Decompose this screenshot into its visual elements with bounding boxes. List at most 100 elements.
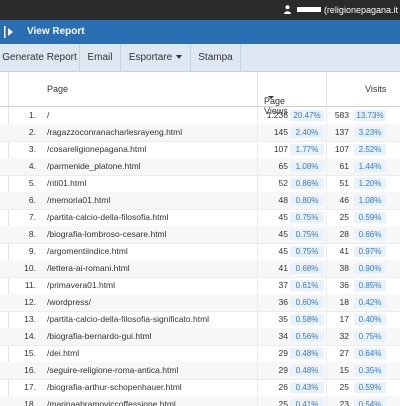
page-views-percent-badge: 0.41% [290,399,324,406]
page-path-link[interactable]: /memoria01.html [47,192,110,209]
page-path-link[interactable]: /biografia-arthur-schopenhauer.html [47,379,182,396]
table-row[interactable]: 16. /seguire-religione-roma-antica.html 29… [0,362,400,380]
table-row[interactable]: 6. /memoria01.html 48 0.80% 46 1.08% [0,192,400,210]
export-label: Esportare [128,52,173,63]
table-row[interactable]: 5. /riti01.html 52 0.86% 51 1.20% [0,175,400,193]
visits-percent-badge: 0.40% [354,314,386,325]
print-button[interactable]: Stampa [191,44,241,71]
column-divider [326,124,327,141]
page-views-value: 65 [278,161,288,171]
visits-percent-badge: 13.73% [354,110,386,121]
generate-report-button[interactable]: Generate Report [0,44,80,71]
visits-value: 41 [339,246,349,256]
row-number: 18. [24,399,36,406]
user-menu[interactable]: (religionepagana.it [283,0,398,20]
table-row[interactable]: 2. /ragazzoconranacharlesrayeng.html 145 2.… [0,124,400,142]
page-views-percent-badge: 0.80% [290,195,324,206]
table-row[interactable]: 7. /partita-calcio-della-filosofia.html 45… [0,209,400,227]
table-row[interactable]: 11. /primavera01.html 37 0.61% 36 0.85% [0,277,400,295]
page-views-percent-badge: 1.08% [290,161,324,172]
column-divider [326,345,327,362]
page-path-link[interactable]: /ragazzoconranacharlesrayeng.html [47,124,182,141]
visits-percent-badge: 0.64% [354,348,386,359]
redacted-username-block [297,7,322,12]
page-path-link[interactable]: /riti01.html [47,175,86,192]
visits-value: 23 [339,399,349,406]
column-divider [326,362,327,379]
table-row[interactable]: 13. /partita-calcio-della-filosofia-signi… [0,311,400,329]
export-dropdown-button[interactable]: Esportare [121,44,191,71]
column-divider [257,345,258,362]
visits-value: 25 [339,212,349,222]
page-path-link[interactable]: /lettera-ai-romani.html [47,260,130,277]
page-path-link[interactable]: /partita-calcio-della-filosofia.html [47,209,168,226]
column-divider [326,209,327,226]
col-header-page[interactable]: Page [47,84,68,94]
table-row[interactable]: 9. /argomentiindice.html 45 0.75% 41 0.97% [0,243,400,261]
page-views-percent-badge: 1.77% [290,144,324,155]
visits-percent-badge: 3.23% [354,127,386,138]
column-divider [326,192,327,209]
column-divider [257,362,258,379]
page-path-link[interactable]: /seguire-religione-roma-antica.html [47,362,178,379]
visits-value: 36 [339,280,349,290]
report-title-bar: View Report [0,20,400,44]
page-views-percent-badge: 0.61% [290,280,324,291]
visits-percent-badge: 0.35% [354,365,386,376]
row-number: 16. [24,365,36,375]
column-divider [257,311,258,328]
table-row[interactable]: 4. /parmenide_platone.html 65 1.08% 61 1.44% [0,158,400,176]
table-row[interactable]: 15. /dei.html 29 0.48% 27 0.64% [0,345,400,363]
page-path-link[interactable]: /wordpress/ [47,294,91,311]
sort-desc-icon [268,96,274,99]
column-divider [257,260,258,277]
column-divider [257,243,258,260]
page-views-value: 48 [278,195,288,205]
visits-value: 17 [339,314,349,324]
page-path-link[interactable]: /marinaabramoviccoffessione.html [47,396,176,406]
visits-value: 15 [339,365,349,375]
table-row[interactable]: 1. / 1.236 20.47% 583 13.73% [0,107,400,125]
collapse-sidebar-icon[interactable] [4,25,14,39]
table-row[interactable]: 3./cosareligionepagana.html 107 1.77% 107 2.… [0,141,400,159]
col-header-visits[interactable]: Visits [365,84,386,94]
visits-percent-badge: 0.85% [354,280,386,291]
page-views-value: 26 [278,382,288,392]
page-path-link[interactable]: /primavera01.html [47,277,115,294]
table-row[interactable]: 8. /biografia-lombroso-cesare.html 45 0.75%… [0,226,400,244]
page-path-link[interactable]: /argomentiindice.html [47,243,128,260]
page-views-percent-badge: 0.58% [290,314,324,325]
table-row[interactable]: 10. /lettera-ai-romani.html 41 0.68% 38 0.90% [0,260,400,278]
table-row[interactable]: 12. /wordpress/36 0.60% 18 0.42% [0,294,400,312]
page-path-link[interactable]: /biografia-bernardo-gui.html [47,328,151,345]
table-row[interactable]: 17. /biografia-arthur-schopenhauer.html 26… [0,379,400,397]
column-divider [326,158,327,175]
row-number: 8. [28,229,36,239]
page-views-value: 25 [278,399,288,406]
email-button[interactable]: Email [80,44,121,71]
row-number: 12. [24,297,36,307]
row-number: 6. [28,195,36,205]
column-divider [326,379,327,396]
page-path-link[interactable]: /partita-calcio-della-filosofia-signific… [47,311,209,328]
column-divider [326,277,327,294]
column-divider [326,396,327,406]
table-row[interactable]: 18. /marinaabramoviccoffessione.html 25 0.4… [0,396,400,406]
page-views-percent-badge: 0.48% [290,348,324,359]
page-views-percent-badge: 20.47% [290,110,324,121]
user-icon [283,5,291,14]
username: (religionepagana.it [323,5,398,15]
page-title: View Report [27,26,85,37]
page-path-link[interactable]: /dei.html [47,345,79,362]
page-path-link[interactable]: /cosareligionepagana.html [47,141,146,158]
page-path-link[interactable]: /parmenide_platone.html [47,158,141,175]
column-divider [326,107,327,124]
visits-value: 583 [334,110,349,120]
page-path-link[interactable]: /biografia-lombroso-cesare.html [47,226,167,243]
page-path-link[interactable]: / [47,107,49,124]
table-row[interactable]: 14. /biografia-bernardo-gui.html 34 0.56% 32… [0,328,400,346]
page-views-value: 29 [278,365,288,375]
visits-percent-badge: 1.08% [354,195,386,206]
column-divider [326,294,327,311]
page-views-percent-badge: 0.60% [290,297,324,308]
